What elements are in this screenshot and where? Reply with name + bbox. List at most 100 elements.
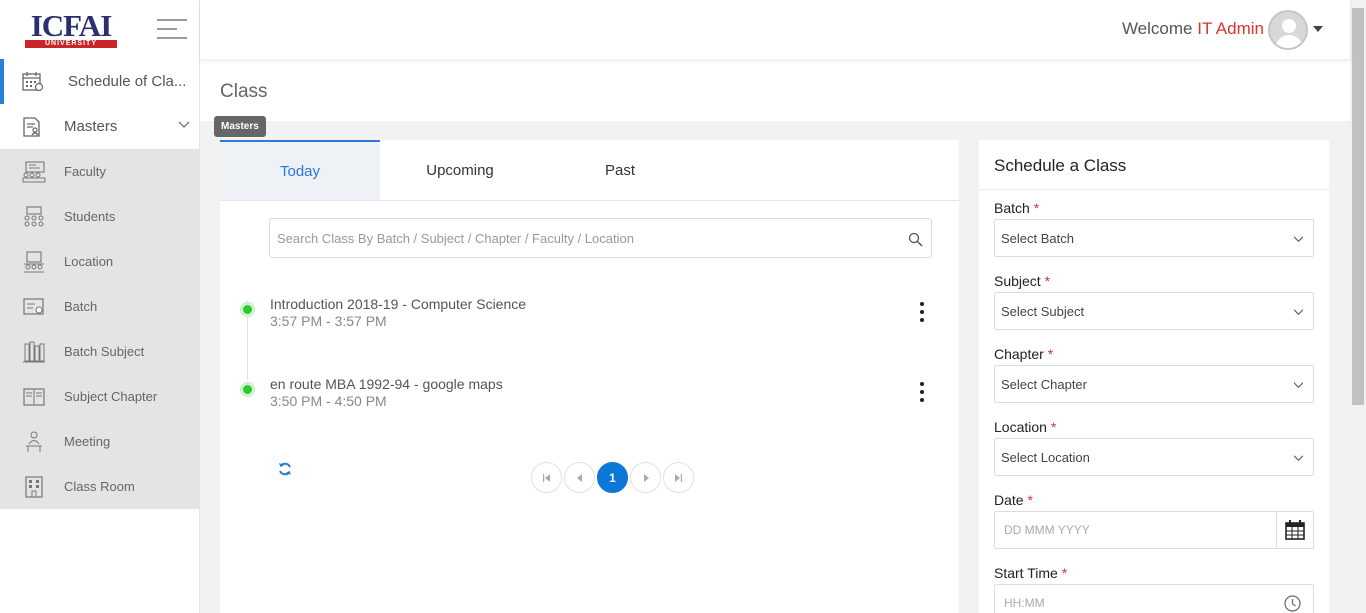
batch-subject-icon [23,341,45,363]
sidebar-item-label: Schedule of Cla... [68,73,187,90]
masters-icon [23,117,40,137]
menu-toggle-icon[interactable] [157,19,187,39]
search-box [269,218,932,258]
more-options-icon[interactable] [917,382,927,406]
subject-label: Subject * [994,273,1051,289]
schedule-class-form: Schedule a Class Batch * Select Batch Su… [979,140,1329,613]
top-header: Welcome IT Admin [200,0,1350,59]
sidebar-item-class-room[interactable]: Class Room [0,464,200,509]
class-time: 3:50 PM - 4:50 PM [270,393,387,409]
clock-icon[interactable] [1284,595,1301,612]
chevron-down-icon [1294,309,1303,315]
date-field[interactable]: DD MMM YYYY [994,511,1314,549]
date-label: Date * [994,492,1033,508]
live-status-dot [241,383,254,396]
chevron-down-icon [1294,236,1303,242]
tab-upcoming[interactable]: Upcoming [380,140,540,200]
class-time: 3:57 PM - 3:57 PM [270,313,387,329]
class-title: Introduction 2018-19 - Computer Science [270,296,527,312]
masters-tooltip: Masters [214,116,266,137]
refresh-icon[interactable] [278,462,292,476]
subject-select-value: Select Subject [1001,304,1085,319]
page-1-button[interactable]: 1 [597,462,628,493]
prev-page-button[interactable] [564,462,595,493]
logo-text: ICFAI [30,7,113,43]
date-placeholder: DD MMM YYYY [1004,523,1090,537]
sidebar-item-location[interactable]: Location [0,239,200,284]
sidebar-item-label: Students [64,209,116,224]
sidebar-item-label: Faculty [64,164,106,179]
batch-icon [23,298,44,315]
sidebar-item-schedule-of-class[interactable]: Schedule of Cla... [0,59,200,104]
chevron-down-icon [1294,382,1303,388]
sidebar-item-subject-chapter[interactable]: Subject Chapter [0,374,200,419]
sidebar: ICFAI UNIVERSITY Schedule of Cla... Mast… [0,0,200,613]
last-page-button[interactable] [663,462,694,493]
last-page-icon [675,473,682,482]
pagination: 1 [531,462,694,494]
subject-select[interactable]: Select Subject [994,292,1314,330]
next-page-icon [643,473,649,482]
avatar[interactable] [1268,10,1308,50]
welcome-text: Welcome IT Admin [1122,19,1264,39]
divider [979,189,1329,190]
calendar-icon [1285,520,1305,540]
chapter-select[interactable]: Select Chapter [994,365,1314,403]
subject-chapter-icon [23,388,45,406]
sidebar-item-batch[interactable]: Batch [0,284,200,329]
sidebar-item-label: Masters [64,118,118,135]
first-page-button[interactable] [531,462,562,493]
sidebar-item-label: Batch [64,299,98,314]
sidebar-item-label: Meeting [64,434,111,449]
sidebar-item-label: Subject Chapter [64,389,158,404]
chevron-down-icon [178,118,190,132]
more-options-icon[interactable] [917,302,927,326]
start-time-field[interactable]: HH:MM [994,584,1314,613]
start-time-label: Start Time * [994,565,1068,581]
batch-select-value: Select Batch [1001,231,1074,246]
chevron-down-icon [1294,455,1303,461]
live-status-dot [241,303,254,316]
page-scrollbar[interactable] [1350,0,1366,613]
class-tabs: Today Upcoming Past [220,140,959,201]
logo-subtext: UNIVERSITY [25,39,117,48]
sidebar-item-masters[interactable]: Masters [0,104,200,149]
date-picker-button[interactable] [1276,512,1313,548]
sidebar-item-meeting[interactable]: Meeting [0,419,200,464]
faculty-icon [22,161,46,183]
sidebar-item-faculty[interactable]: Faculty [0,149,200,194]
search-icon[interactable] [908,232,923,247]
scrollbar-thumb[interactable] [1352,8,1364,405]
students-icon [24,206,44,227]
chapter-select-value: Select Chapter [1001,377,1087,392]
class-room-icon [25,476,43,498]
prev-page-icon [576,473,582,482]
class-item[interactable]: Introduction 2018-19 - Computer Science … [220,296,959,336]
sidebar-item-label: Location [64,254,114,269]
calendar-icon [22,72,44,92]
class-item[interactable]: en route MBA 1992-94 - google maps 3:50 … [220,376,959,416]
sidebar-item-students[interactable]: Students [0,194,200,239]
first-page-icon [543,473,550,482]
university-logo[interactable]: ICFAI UNIVERSITY [25,7,117,48]
page-title: Class [220,81,268,102]
user-name: IT Admin [1197,19,1264,38]
meeting-icon [26,431,42,452]
start-time-placeholder: HH:MM [1004,596,1045,610]
tab-past[interactable]: Past [540,140,700,200]
batch-label: Batch * [994,200,1040,216]
page-title-bar: Class [200,59,1350,121]
user-menu-caret-icon[interactable] [1313,26,1323,32]
form-title: Schedule a Class [994,156,1127,175]
welcome-label: Welcome [1121,19,1193,38]
batch-select[interactable]: Select Batch [994,219,1314,257]
search-input[interactable] [270,219,870,257]
logo-area: ICFAI UNIVERSITY [0,0,199,59]
tab-today[interactable]: Today [220,140,380,200]
location-select[interactable]: Select Location [994,438,1314,476]
next-page-button[interactable] [630,462,661,493]
sidebar-item-batch-subject[interactable]: Batch Subject [0,329,200,374]
chapter-label: Chapter * [994,346,1054,362]
location-label: Location * [994,419,1057,435]
location-select-value: Select Location [1001,450,1090,465]
